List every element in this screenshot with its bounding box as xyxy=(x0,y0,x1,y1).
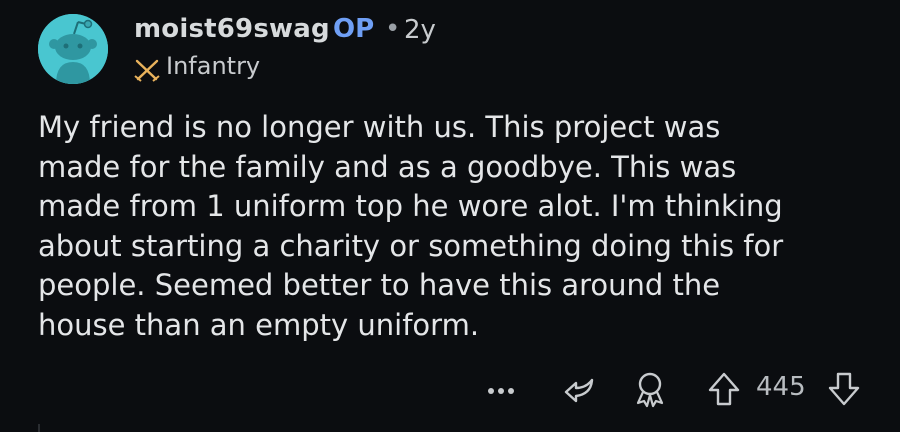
more-options-icon[interactable] xyxy=(484,372,518,406)
award-icon[interactable] xyxy=(632,370,668,408)
vote-score: 445 xyxy=(756,372,806,402)
comment: moist69swag OP • 2y Infantry My friend i… xyxy=(0,0,900,432)
reply-icon[interactable] xyxy=(562,372,598,408)
username[interactable]: moist69swag xyxy=(134,14,330,44)
upvote-icon[interactable] xyxy=(706,370,742,408)
downvote-icon[interactable] xyxy=(826,370,862,408)
thread-line xyxy=(38,424,40,432)
comment-age: 2y xyxy=(404,15,436,45)
crossed-swords-icon xyxy=(134,59,160,82)
separator-dot: • xyxy=(385,14,401,44)
comment-body: My friend is no longer with us. This pro… xyxy=(38,110,784,342)
op-badge: OP xyxy=(333,14,375,44)
snoo-avatar-icon xyxy=(38,14,108,84)
avatar[interactable] xyxy=(38,14,108,84)
user-flair: Infantry xyxy=(166,52,261,80)
